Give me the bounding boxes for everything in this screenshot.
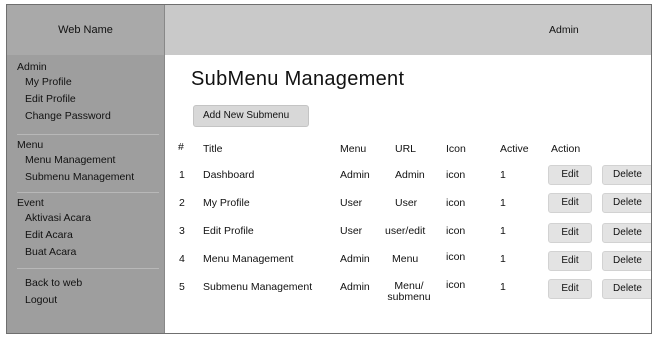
row-3-menu: User [340,225,363,237]
sidebar-item-logout[interactable]: Logout [7,292,165,309]
page-title: SubMenu Management [191,68,405,90]
sidebar-heading-event: Event [17,197,44,209]
row-1-edit-button[interactable]: Edit [548,165,592,185]
row-2-delete-button[interactable]: Delete [602,193,651,213]
brand-name[interactable]: Web Name [7,5,164,55]
row-3-url: user/edit [385,225,426,237]
row-5-number: 5 [179,281,185,293]
row-4-edit-button[interactable]: Edit [548,251,592,271]
col-header-action: Action [551,143,581,155]
row-1-menu: Admin [340,169,370,181]
row-5-icon: icon [446,279,466,291]
add-submenu-button[interactable]: Add New Submenu [193,105,309,127]
row-2-active: 1 [500,197,506,209]
row-4-icon: icon [446,251,466,263]
row-4-menu: Admin [340,253,370,265]
row-2-title: My Profile [203,197,250,209]
sidebar-divider [17,192,159,193]
row-5-menu: Admin [340,281,370,293]
sidebar: Web Name Admin My Profile Edit Profile C… [7,5,165,333]
row-2-icon: icon [446,197,466,209]
row-3-number: 3 [179,225,185,237]
row-3-icon: icon [446,225,466,237]
sidebar-group-menu: Menu Menu Management Submenu Management [7,139,165,186]
sidebar-divider [17,268,159,269]
sidebar-item-change-password[interactable]: Change Password [7,108,165,125]
row-4-delete-button[interactable]: Delete [602,251,651,271]
col-header-title: Title [203,143,223,155]
row-5-url: Menu/ submenu [387,280,431,303]
app-frame: Web Name Admin My Profile Edit Profile C… [6,4,652,334]
row-4-number: 4 [179,253,185,265]
row-3-delete-button[interactable]: Delete [602,223,651,243]
row-4-title: Menu Management [203,253,294,265]
top-bar: Admin [165,5,651,55]
row-5-title: Submenu Management [203,281,313,293]
row-5-edit-button[interactable]: Edit [548,279,592,299]
row-1-active: 1 [500,169,506,181]
row-3-active: 1 [500,225,506,237]
row-2-url: User [395,197,418,209]
sidebar-item-my-profile[interactable]: My Profile [7,74,165,91]
sidebar-heading-admin: Admin [17,61,47,73]
sidebar-item-edit-acara[interactable]: Edit Acara [7,227,165,244]
col-header-menu: Menu [340,143,367,155]
row-1-icon: icon [446,169,466,181]
row-3-edit-button[interactable]: Edit [548,223,592,243]
row-3-title: Edit Profile [203,225,254,237]
sidebar-divider [17,134,159,135]
row-1-url: Admin [395,169,425,181]
sidebar-item-buat-acara[interactable]: Buat Acara [7,244,165,261]
sidebar-group-event: Event Aktivasi Acara Edit Acara Buat Aca… [7,197,165,261]
row-2-edit-button[interactable]: Edit [548,193,592,213]
row-4-url: Menu [392,253,419,265]
row-1-delete-button[interactable]: Delete [602,165,651,185]
row-2-number: 2 [179,197,185,209]
row-4-active: 1 [500,253,506,265]
row-1-number: 1 [179,169,185,181]
col-header-url: URL [395,143,417,155]
sidebar-heading-menu: Menu [17,139,44,151]
sidebar-group-footer: Back to web Logout [7,275,165,309]
sidebar-item-menu-management[interactable]: Menu Management [7,152,165,169]
sidebar-item-submenu-management[interactable]: Submenu Management [7,169,165,186]
sidebar-item-back-to-web[interactable]: Back to web [7,275,165,292]
user-menu[interactable]: Admin [549,5,579,55]
row-5-delete-button[interactable]: Delete [602,279,651,299]
col-header-icon: Icon [446,143,466,155]
row-1-title: Dashboard [203,169,255,181]
sidebar-item-aktivasi-acara[interactable]: Aktivasi Acara [7,210,165,227]
col-header-number: # [178,141,184,153]
sidebar-group-admin: Admin My Profile Edit Profile Change Pas… [7,61,165,125]
row-5-active: 1 [500,281,506,293]
col-header-active: Active [500,143,529,155]
sidebar-item-edit-profile[interactable]: Edit Profile [7,91,165,108]
row-2-menu: User [340,197,363,209]
